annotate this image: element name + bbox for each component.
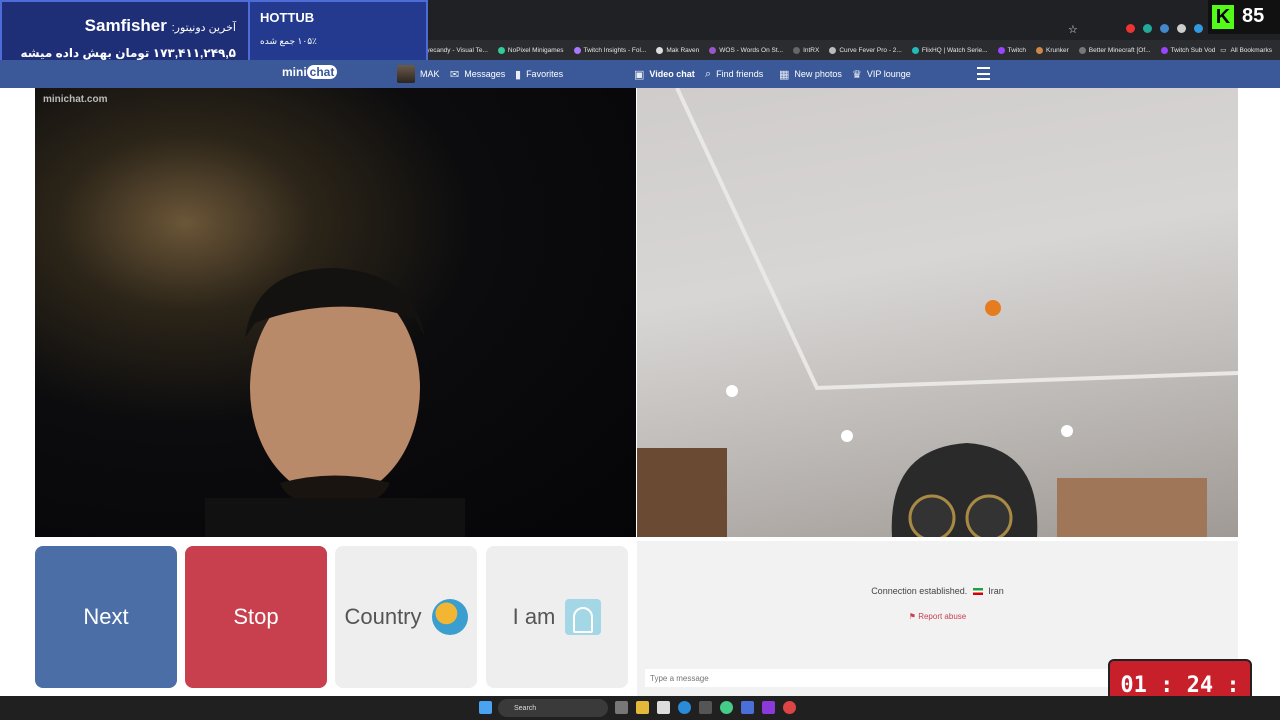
goal-title: HOTTUB [260, 10, 315, 25]
discord-icon[interactable] [741, 701, 754, 714]
extension-icon[interactable] [1143, 24, 1152, 33]
bookmark-star-icon[interactable]: ☆ [1068, 23, 1078, 36]
user-icon [565, 599, 602, 635]
bookmark-icon: ▮ [515, 68, 522, 81]
nav-video-chat-label: Video chat [649, 69, 695, 79]
screen: ☆ Eyecandy - Visual Te... NoPixel Miniga… [0, 0, 1280, 720]
last-donor: آخرین دونیتور: Samfisher [85, 16, 236, 36]
bookmark-item[interactable]: Twitch [997, 46, 1026, 54]
all-bookmarks-label: All Bookmarks [1230, 46, 1272, 54]
remote-video [637, 88, 1238, 537]
donation-total: ۱۷۳,۴۱۱,۲۴۹,۵ تومان بهش داده میشه [20, 46, 236, 60]
last-donor-name: Samfisher [84, 16, 167, 35]
bookmark-item[interactable]: Krunker [1036, 46, 1069, 54]
bookmark-item[interactable]: NoPixel Minigames [497, 46, 564, 54]
bookmark-item[interactable]: Twitch Insights - Fol... [573, 46, 646, 54]
gender-label: I am [512, 604, 556, 629]
kick-viewer-count: K 85 [1208, 0, 1280, 34]
report-abuse-label: Report abuse [918, 612, 967, 621]
minichat-logo[interactable]: mini chat [282, 65, 338, 79]
stop-button[interactable]: Stop [185, 546, 327, 688]
extension-icons [1126, 24, 1220, 33]
chrome-icon[interactable] [720, 701, 733, 714]
site-header: mini chat MAK ✉ Messages ▮ Favorites ▣ Vi… [0, 60, 1280, 88]
report-abuse-link[interactable]: ⚑ Report abuse [637, 612, 1238, 621]
envelope-icon: ✉ [450, 68, 460, 81]
viewer-count: 85 [1242, 5, 1265, 27]
iran-flag-icon [972, 588, 983, 596]
nav-vip-lounge[interactable]: ♛ VIP lounge [852, 60, 911, 88]
connection-status: Connection established. Iran [637, 586, 1238, 596]
app-r-icon[interactable] [762, 701, 775, 714]
nav-vip-lounge-label: VIP lounge [866, 69, 911, 79]
last-donor-label: آخرین دونیتور: [171, 22, 236, 34]
globe-icon [431, 599, 468, 635]
connection-status-text: Connection established. [871, 586, 968, 596]
next-label: Next [83, 604, 129, 629]
file-explorer-icon[interactable] [636, 701, 649, 714]
nav-messages[interactable]: ✉ Messages [450, 60, 505, 88]
bookmark-item[interactable]: Mak Raven [656, 46, 699, 54]
windows-taskbar: Search [0, 696, 1280, 720]
edge-icon[interactable] [678, 701, 691, 714]
obs-icon[interactable] [783, 701, 796, 714]
bookmark-item[interactable]: Better Minecraft [Of... [1078, 46, 1151, 54]
country-button[interactable]: Country [335, 546, 477, 688]
next-button[interactable]: Next [35, 546, 177, 688]
message-input[interactable] [645, 669, 1145, 687]
hamburger-menu-icon[interactable] [977, 67, 990, 80]
taskbar-apps [615, 701, 796, 714]
remote-video-scene [637, 88, 1238, 537]
task-view-icon[interactable] [615, 701, 628, 714]
all-bookmarks[interactable]: ▭ All Bookmarks [1220, 40, 1272, 60]
chat-bubble-icon: ▣ [634, 68, 645, 81]
app-icon[interactable] [699, 701, 712, 714]
local-video: minichat.com [35, 88, 636, 537]
nav-new-photos[interactable]: ▦ New photos [779, 60, 842, 88]
store-icon[interactable] [657, 701, 670, 714]
extension-icon[interactable] [1194, 24, 1203, 33]
bookmark-item[interactable]: Twitch Sub Vod [1160, 46, 1215, 54]
bookmark-item[interactable]: WOS - Words On St... [709, 46, 783, 54]
crown-icon: ♛ [852, 68, 862, 81]
gender-button[interactable]: I am [486, 546, 628, 688]
search-icon: ⌕ [705, 67, 712, 80]
logo-mini: mini [282, 65, 307, 79]
nav-favorites-label: Favorites [526, 69, 564, 79]
nav-profile[interactable]: MAK [397, 60, 440, 88]
nav-find-friends[interactable]: ⌕ Find friends [705, 60, 763, 88]
taskbar-search[interactable]: Search [498, 699, 608, 717]
extension-icon[interactable] [1177, 24, 1186, 33]
taskbar-search-label: Search [514, 704, 537, 712]
bookmark-item[interactable]: Curve Fever Pro - 2... [829, 46, 902, 54]
nav-favorites[interactable]: ▮ Favorites [515, 60, 563, 88]
username: MAK [420, 69, 440, 79]
logo-chat: chat [306, 65, 338, 79]
bookmark-item[interactable]: FlixHQ | Watch Serie... [911, 46, 988, 54]
nav-new-photos-label: New photos [794, 69, 842, 79]
extension-icon[interactable] [1160, 24, 1169, 33]
country-label: Country [344, 604, 422, 629]
folder-icon: ▭ [1220, 47, 1227, 54]
bookmark-item[interactable]: IntRX [793, 46, 819, 54]
stop-label: Stop [233, 604, 279, 629]
goal-progress: ۱۰۵٪ جمع شده [260, 36, 317, 46]
nav-video-chat[interactable]: ▣ Video chat [634, 60, 695, 88]
kick-logo-icon: K [1212, 5, 1234, 29]
extension-icon[interactable] [1126, 24, 1135, 33]
partner-country: Iran [988, 586, 1004, 596]
nav-find-friends-label: Find friends [716, 69, 764, 79]
nav-messages-label: Messages [464, 69, 506, 79]
local-video-person [205, 268, 465, 537]
flag-icon: ⚑ [908, 612, 916, 621]
avatar [397, 65, 415, 83]
main-page: minichat.com Next Stop Country I am Conn… [0, 88, 1280, 696]
photos-icon: ▦ [779, 68, 790, 81]
windows-start-icon[interactable] [479, 701, 492, 714]
